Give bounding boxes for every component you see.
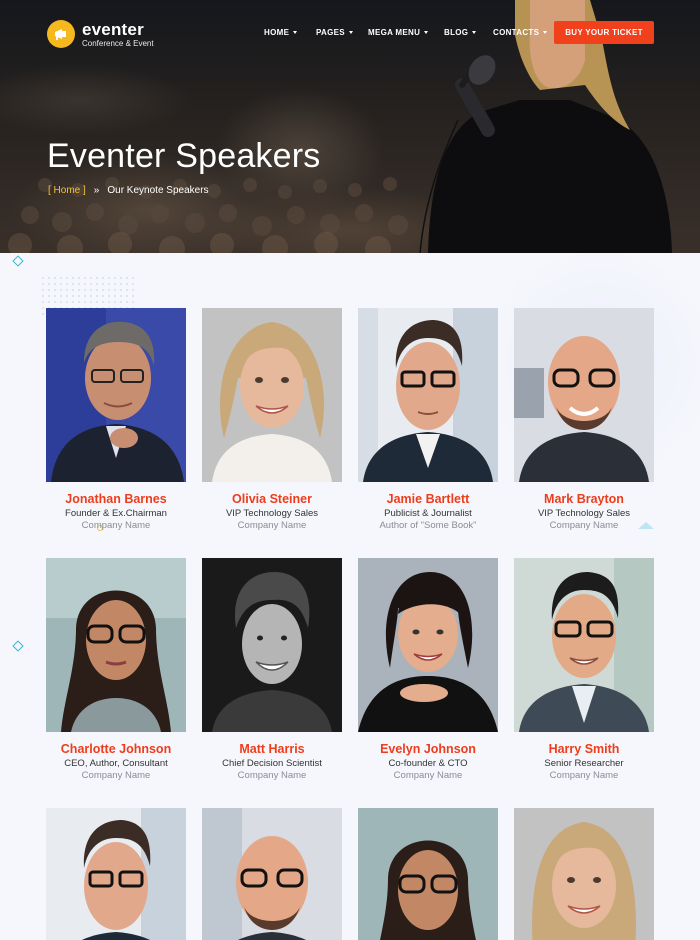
- speaker-photo[interactable]: [46, 558, 186, 732]
- speaker-role: CEO, Author, Consultant: [64, 758, 168, 769]
- speaker-photo[interactable]: [46, 308, 186, 482]
- speaker-card[interactable]: Mark Brayton VIP Technology Sales Compan…: [514, 308, 654, 531]
- nav-home-label: HOME: [264, 28, 290, 37]
- speaker-card[interactable]: [46, 808, 186, 940]
- speaker-name[interactable]: Jonathan Barnes: [46, 492, 186, 506]
- speaker-name[interactable]: Matt Harris: [202, 742, 342, 756]
- caret-down-icon: [293, 31, 298, 34]
- speaker-photo[interactable]: [202, 308, 342, 482]
- nav-contacts[interactable]: CONTACTS: [493, 28, 548, 37]
- brand-name: eventer: [82, 19, 144, 39]
- speaker-photo[interactable]: [46, 808, 186, 940]
- speaker-name[interactable]: Mark Brayton: [514, 492, 654, 506]
- speaker-name[interactable]: Charlotte Johnson: [46, 742, 186, 756]
- nav-mega-menu-label: MEGA MENU: [368, 28, 421, 37]
- speaker-role: Publicist & Journalist: [384, 508, 472, 519]
- speaker-company: Company Name: [81, 770, 151, 781]
- speaker-card[interactable]: Charlotte Johnson CEO, Author, Consultan…: [46, 558, 186, 781]
- breadcrumb-current: Our Keynote Speakers: [107, 185, 209, 196]
- speaker-photo[interactable]: [358, 308, 498, 482]
- nav-blog[interactable]: BLOG: [444, 28, 477, 37]
- buy-ticket-button[interactable]: BUY YOUR TICKET: [554, 21, 654, 44]
- caret-down-icon: [472, 31, 477, 34]
- speaker-name[interactable]: Harry Smith: [514, 742, 654, 756]
- breadcrumb: [ Home ] » Our Keynote Speakers: [48, 185, 209, 196]
- diamond-icon: [12, 640, 24, 652]
- speaker-role: Chief Decision Scientist: [222, 758, 322, 769]
- brand-logo[interactable]: eventer Conference & Event: [47, 20, 154, 48]
- speaker-photo[interactable]: [202, 558, 342, 732]
- speaker-photo[interactable]: [514, 308, 654, 482]
- speaker-role: VIP Technology Sales: [225, 508, 319, 519]
- speaker-name[interactable]: Olivia Steiner: [202, 492, 342, 506]
- nav-contacts-label: CONTACTS: [493, 28, 540, 37]
- caret-down-icon: [348, 31, 353, 34]
- speaker-company: Company Name: [81, 520, 151, 531]
- nav-blog-label: BLOG: [444, 28, 469, 37]
- speakers-section: Jonathan Barnes Founder & Ex.Chairman Co…: [0, 253, 700, 940]
- speaker-photo[interactable]: [202, 808, 342, 940]
- speaker-company: Company Name: [237, 770, 307, 781]
- speaker-company: Company Name: [393, 770, 463, 781]
- speaker-card[interactable]: Jamie Bartlett Publicist & Journalist Au…: [358, 308, 498, 531]
- speaker-name[interactable]: Jamie Bartlett: [358, 492, 498, 506]
- caret-down-icon: [424, 31, 429, 34]
- speaker-card[interactable]: Matt Harris Chief Decision Scientist Com…: [202, 558, 342, 781]
- caret-down-icon: [543, 31, 548, 34]
- page-title: Eventer Speakers: [47, 137, 321, 175]
- speaker-card[interactable]: [202, 808, 342, 940]
- speaker-card[interactable]: Olivia Steiner VIP Technology Sales Comp…: [202, 308, 342, 531]
- nav-pages[interactable]: PAGES: [316, 28, 353, 37]
- speaker-photo[interactable]: [358, 558, 498, 732]
- speaker-photo[interactable]: [514, 808, 654, 940]
- speaker-role: Senior Researcher: [544, 758, 624, 769]
- breadcrumb-home-link[interactable]: [ Home ]: [48, 185, 86, 196]
- diamond-icon: [12, 255, 24, 267]
- speaker-role: Co-founder & CTO: [388, 758, 468, 769]
- speaker-card[interactable]: [358, 808, 498, 940]
- speaker-role: VIP Technology Sales: [537, 508, 631, 519]
- speaker-card[interactable]: Harry Smith Senior Researcher Company Na…: [514, 558, 654, 781]
- speaker-photo[interactable]: [358, 808, 498, 940]
- nav-pages-label: PAGES: [316, 28, 345, 37]
- speaker-photo[interactable]: [514, 558, 654, 732]
- megaphone-icon: [47, 20, 75, 48]
- speaker-company: Author of "Some Book": [379, 520, 477, 531]
- speaker-card[interactable]: Jonathan Barnes Founder & Ex.Chairman Co…: [46, 308, 186, 531]
- hero-banner: eventer Conference & Event HOME PAGES ME…: [0, 0, 700, 253]
- speaker-company: Company Name: [237, 520, 307, 531]
- speaker-role: Founder & Ex.Chairman: [65, 508, 167, 519]
- speaker-card[interactable]: Evelyn Johnson Co-founder & CTO Company …: [358, 558, 498, 781]
- nav-mega-menu[interactable]: MEGA MENU: [368, 28, 429, 37]
- breadcrumb-separator: »: [93, 185, 100, 196]
- speaker-card[interactable]: [514, 808, 654, 940]
- speaker-company: Company Name: [549, 520, 619, 531]
- speaker-name[interactable]: Evelyn Johnson: [358, 742, 498, 756]
- nav-home[interactable]: HOME: [264, 28, 298, 37]
- brand-tagline: Conference & Event: [82, 38, 154, 48]
- speaker-company: Company Name: [549, 770, 619, 781]
